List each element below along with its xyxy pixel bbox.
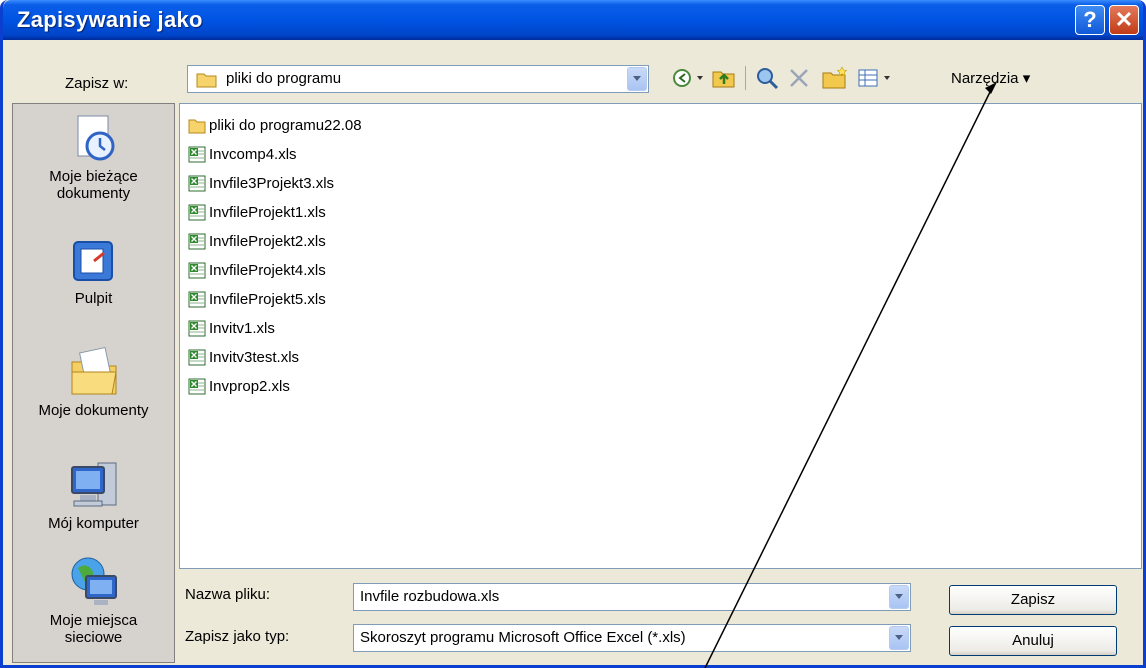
save-in-label: Zapisz w: [65, 75, 128, 92]
back-icon[interactable] [671, 66, 707, 90]
save-button-label: Zapisz [1010, 591, 1056, 608]
list-item[interactable]: pliki do programu22.08 [188, 113, 362, 137]
folder-icon [188, 119, 206, 133]
list-item[interactable]: Invitv3test.xls [188, 345, 299, 369]
excel-file-icon [188, 262, 206, 278]
place-label-2: dokumenty [56, 185, 131, 202]
save-in-label-text: Zapisz w: [65, 75, 129, 92]
file-name: InvfileProjekt2.xls [209, 232, 326, 250]
place-my-computer[interactable]: Mój komputer [13, 459, 174, 532]
place-label: Moje dokumenty [38, 402, 149, 419]
place-my-documents[interactable]: Moje dokumenty [13, 344, 174, 419]
excel-file-icon [188, 320, 206, 336]
list-item[interactable]: Invcomp4.xls [188, 142, 297, 166]
list-item[interactable]: InvfileProjekt1.xls [188, 200, 326, 224]
excel-file-icon [188, 349, 206, 365]
toolbar-separator [745, 66, 746, 90]
recent-documents-icon [77, 115, 114, 161]
window-title: Zapisywanie jako [17, 7, 203, 32]
filetype-value: Skoroszyt programu Microsoft Office Exce… [360, 629, 686, 646]
place-network[interactable]: Moje miejsca sieciowe [13, 554, 174, 646]
file-name: Invprop2.xls [209, 377, 290, 395]
list-item[interactable]: InvfileProjekt5.xls [188, 287, 326, 311]
filename-label: Nazwa pliku: [185, 586, 271, 603]
place-label: Moje bieżące [49, 168, 138, 185]
place-label-2: sieciowe [64, 629, 123, 646]
filetype-label: Zapisz jako typ: [185, 628, 290, 645]
file-name: Invitv1.xls [209, 319, 275, 337]
chevron-down-icon[interactable] [889, 626, 909, 650]
save-as-dialog: Zapisywanie jako ? ✕ Zapisz w: pliki do … [0, 0, 1146, 668]
list-item[interactable]: InvfileProjekt4.xls [188, 258, 326, 282]
search-web-icon[interactable] [755, 66, 781, 90]
file-name: InvfileProjekt1.xls [209, 203, 326, 221]
file-name: Invitv3test.xls [209, 348, 300, 366]
cancel-button-label: Anuluj [1012, 632, 1054, 649]
place-desktop[interactable]: Pulpit [13, 236, 174, 307]
tools-menu[interactable]: Narzędzia ▾ [951, 69, 1030, 87]
tools-menu-label: Narzędzia [951, 70, 1019, 87]
file-name: Invcomp4.xls [209, 145, 297, 163]
file-name: InvfileProjekt4.xls [209, 261, 326, 279]
places-bar: Moje bieżące dokumenty Pulpit Moje dokum… [12, 103, 175, 663]
file-list[interactable]: pliki do programu22.08 Invcomp4.xls Invf… [179, 103, 1142, 569]
help-button[interactable]: ? [1075, 5, 1105, 35]
folder-icon [196, 73, 217, 88]
chevron-down-icon[interactable] [889, 585, 909, 609]
filetype-dropdown[interactable]: Skoroszyt programu Microsoft Office Exce… [353, 624, 911, 652]
excel-file-icon [188, 175, 206, 191]
list-item[interactable]: Invitv1.xls [188, 316, 275, 340]
save-in-value: pliki do programu [226, 70, 342, 87]
file-name: pliki do programu22.08 [209, 116, 362, 134]
close-button[interactable]: ✕ [1109, 5, 1139, 35]
file-name: Invfile3Projekt3.xls [209, 174, 335, 192]
place-label: Pulpit [74, 290, 113, 307]
chevron-down-icon[interactable] [627, 67, 647, 91]
filename-value: Invfile rozbudowa.xls [360, 588, 500, 605]
my-documents-icon [71, 346, 117, 395]
cancel-button[interactable]: Anuluj [949, 626, 1117, 656]
excel-file-icon [188, 291, 206, 307]
save-in-dropdown[interactable]: pliki do programu [187, 65, 649, 93]
excel-file-icon [188, 233, 206, 249]
place-label: Mój komputer [48, 515, 139, 532]
new-folder-icon[interactable] [821, 66, 849, 90]
desktop-icon [72, 241, 113, 281]
filename-input[interactable]: Invfile rozbudowa.xls [353, 583, 911, 611]
excel-file-icon [188, 204, 206, 220]
file-name: InvfileProjekt5.xls [209, 290, 326, 308]
views-icon[interactable] [857, 66, 895, 90]
excel-file-icon [188, 378, 206, 394]
save-button[interactable]: Zapisz [949, 585, 1117, 615]
up-folder-icon[interactable] [711, 66, 737, 90]
list-item[interactable]: Invprop2.xls [188, 374, 290, 398]
list-item[interactable]: Invfile3Projekt3.xls [188, 171, 334, 195]
my-computer-icon [70, 462, 116, 507]
place-label: Moje miejsca [49, 612, 138, 629]
delete-icon[interactable] [787, 66, 811, 90]
network-places-icon [71, 557, 117, 605]
title-bar[interactable]: Zapisywanie jako ? ✕ [3, 0, 1143, 40]
place-recent-documents[interactable]: Moje bieżące dokumenty [13, 112, 174, 202]
excel-file-icon [188, 146, 206, 162]
list-item[interactable]: InvfileProjekt2.xls [188, 229, 326, 253]
